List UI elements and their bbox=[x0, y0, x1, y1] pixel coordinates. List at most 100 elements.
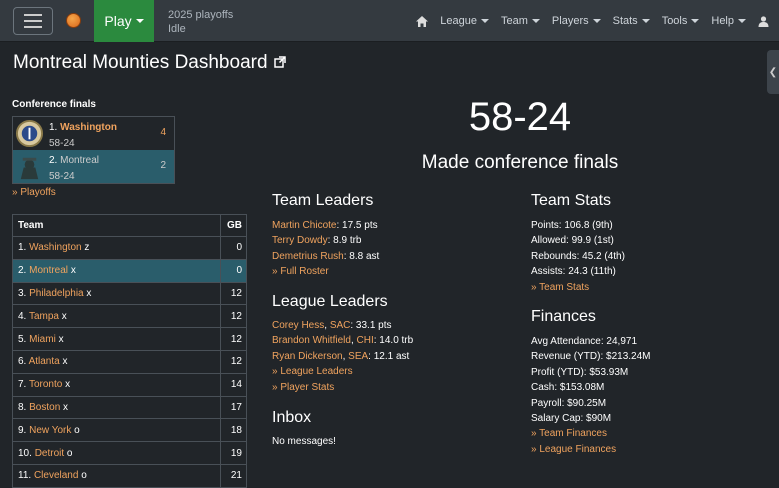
team-link[interactable]: Montreal bbox=[29, 265, 68, 276]
team-leaders-heading: Team Leaders bbox=[272, 192, 374, 209]
nav-label: Help bbox=[711, 15, 734, 27]
finance-line: Payroll: $90.25M bbox=[531, 397, 607, 409]
team-stats-link[interactable]: » Team Stats bbox=[531, 282, 589, 293]
team-abbrev-link[interactable]: CHI bbox=[357, 335, 374, 346]
play-menu-button[interactable]: Play bbox=[94, 0, 154, 42]
standings-team-cell: 5. Miami x bbox=[12, 327, 221, 351]
team-link[interactable]: Washington bbox=[60, 122, 117, 133]
league-finances-link[interactable]: » League Finances bbox=[531, 444, 616, 455]
leader-line: Ryan Dickerson, SEA: 12.1 ast bbox=[272, 350, 410, 362]
games-behind-cell: 21 bbox=[220, 463, 247, 488]
nav-tools[interactable]: Tools bbox=[662, 15, 700, 27]
leader-stat: : 12.1 ast bbox=[368, 350, 410, 362]
team-link[interactable]: Montreal bbox=[60, 155, 99, 166]
leader-stat: : 17.5 pts bbox=[336, 220, 378, 231]
player-link[interactable]: Terry Dowdy bbox=[272, 235, 328, 246]
player-link[interactable]: Martin Chicote bbox=[272, 220, 336, 231]
hamburger-line bbox=[24, 26, 42, 28]
external-link-icon[interactable] bbox=[273, 52, 286, 74]
leader-stat: : 14.0 trb bbox=[373, 335, 414, 347]
chevron-down-icon bbox=[531, 19, 540, 23]
rank: 1. bbox=[18, 242, 27, 254]
team-link[interactable]: Philadelphia bbox=[29, 288, 84, 299]
standings-team-cell: 3. Philadelphia x bbox=[12, 281, 221, 306]
games-behind-cell: 17 bbox=[220, 395, 247, 420]
team-link[interactable]: New York bbox=[29, 425, 71, 436]
team-link[interactable]: Cleveland bbox=[34, 470, 78, 481]
clinch-mark: x bbox=[62, 356, 68, 368]
player-link[interactable]: Ryan Dickerson bbox=[272, 351, 343, 362]
chevron-down-icon bbox=[641, 19, 650, 23]
team-finances-link[interactable]: » Team Finances bbox=[531, 428, 607, 439]
chevron-down-icon bbox=[135, 19, 144, 23]
series-team-row: 1. Washington 58-24 4 bbox=[13, 117, 174, 150]
playoff-series: 1. Washington 58-24 4 2. Montreal 58-24 … bbox=[12, 116, 175, 184]
nav-help[interactable]: Help bbox=[711, 15, 746, 27]
player-link[interactable]: Demetrius Rush bbox=[272, 251, 344, 262]
inbox-heading: Inbox bbox=[272, 409, 312, 426]
season-result: Made conference finals bbox=[421, 152, 619, 173]
hamburger-line bbox=[24, 20, 42, 22]
menu-toggle-button[interactable] bbox=[13, 7, 53, 35]
chevron-down-icon bbox=[691, 19, 700, 23]
montreal-logo-icon bbox=[20, 157, 39, 180]
player-link[interactable]: Corey Hess bbox=[272, 320, 324, 331]
leader-stat: : 33.1 pts bbox=[350, 320, 392, 331]
league-leaders-list: Corey Hess, SAC: 33.1 pts Brandon Whitfi… bbox=[272, 318, 413, 395]
team-link[interactable]: Atlanta bbox=[29, 356, 60, 367]
nav-league[interactable]: League bbox=[440, 15, 490, 27]
play-label: Play bbox=[104, 13, 132, 29]
series-wins: 4 bbox=[160, 127, 166, 138]
rank: 7. bbox=[18, 379, 27, 391]
player-stats-link[interactable]: » Player Stats bbox=[272, 382, 334, 393]
sim-status: Idle bbox=[168, 23, 186, 35]
standings-team-cell: 2. Montreal x bbox=[12, 258, 221, 283]
nav-players[interactable]: Players bbox=[552, 15, 601, 27]
hamburger-line bbox=[24, 14, 42, 16]
nav-team[interactable]: Team bbox=[501, 15, 540, 27]
nav-stats[interactable]: Stats bbox=[613, 15, 650, 27]
playoffs-link[interactable]: » Playoffs bbox=[12, 187, 56, 198]
finance-line: Cash: $153.08M bbox=[531, 382, 605, 394]
leader-line: Brandon Whitfield, CHI: 14.0 trb bbox=[272, 335, 414, 347]
games-behind-cell: 18 bbox=[220, 418, 247, 443]
stat-line: Allowed: 99.9 (1st) bbox=[531, 235, 614, 247]
basketball-logo-icon[interactable] bbox=[66, 13, 81, 28]
page-title: Montreal Mounties Dashboard bbox=[13, 52, 268, 73]
nav-label: Players bbox=[551, 15, 589, 27]
seed: 2. bbox=[49, 155, 58, 166]
player-link[interactable]: Brandon Whitfield bbox=[272, 335, 351, 346]
user-icon[interactable] bbox=[758, 15, 769, 27]
team-link[interactable]: Toronto bbox=[29, 379, 62, 390]
finances-heading: Finances bbox=[531, 308, 596, 325]
full-roster-link[interactable]: » Full Roster bbox=[272, 266, 329, 277]
team-abbrev-link[interactable]: SEA bbox=[348, 351, 368, 362]
sidebar-toggle-button[interactable]: ❮ bbox=[767, 50, 779, 94]
standings-team-cell: 8. Boston x bbox=[12, 395, 221, 420]
clinch-mark: x bbox=[58, 333, 64, 345]
clinch-mark: o bbox=[74, 424, 80, 436]
team-link[interactable]: Washington bbox=[29, 242, 81, 253]
team-abbrev-link[interactable]: SAC bbox=[330, 320, 351, 331]
rank: 9. bbox=[18, 424, 27, 436]
leader-stat: : 8.8 ast bbox=[343, 250, 380, 262]
team-link[interactable]: Miami bbox=[29, 334, 56, 345]
team-link[interactable]: Boston bbox=[29, 402, 60, 413]
team-leaders-list: Martin Chicote: 17.5 pts Terry Dowdy : 8.… bbox=[272, 218, 379, 280]
column-header-gb[interactable]: GB bbox=[220, 214, 247, 237]
team-link[interactable]: Detroit bbox=[35, 448, 64, 459]
stat-line: Assists: 24.3 (11th) bbox=[531, 266, 616, 278]
team-link[interactable]: Tampa bbox=[29, 311, 59, 322]
page-title-row: Montreal Mounties Dashboard bbox=[13, 52, 286, 74]
rank: 6. bbox=[18, 356, 27, 368]
clinch-mark: x bbox=[63, 401, 69, 413]
clinch-mark: x bbox=[65, 379, 71, 391]
chevron-left-icon: ❮ bbox=[768, 66, 778, 78]
team-record-large: 58-24 bbox=[468, 95, 572, 139]
series-team-info: 2. Montreal 58-24 bbox=[49, 153, 99, 185]
playoff-round-label: Conference finals bbox=[12, 99, 96, 110]
league-leaders-link[interactable]: » League Leaders bbox=[272, 366, 353, 377]
home-icon[interactable] bbox=[416, 15, 429, 27]
column-header-team[interactable]: Team bbox=[12, 214, 221, 237]
standings-team-cell: 10. Detroit o bbox=[12, 441, 221, 465]
